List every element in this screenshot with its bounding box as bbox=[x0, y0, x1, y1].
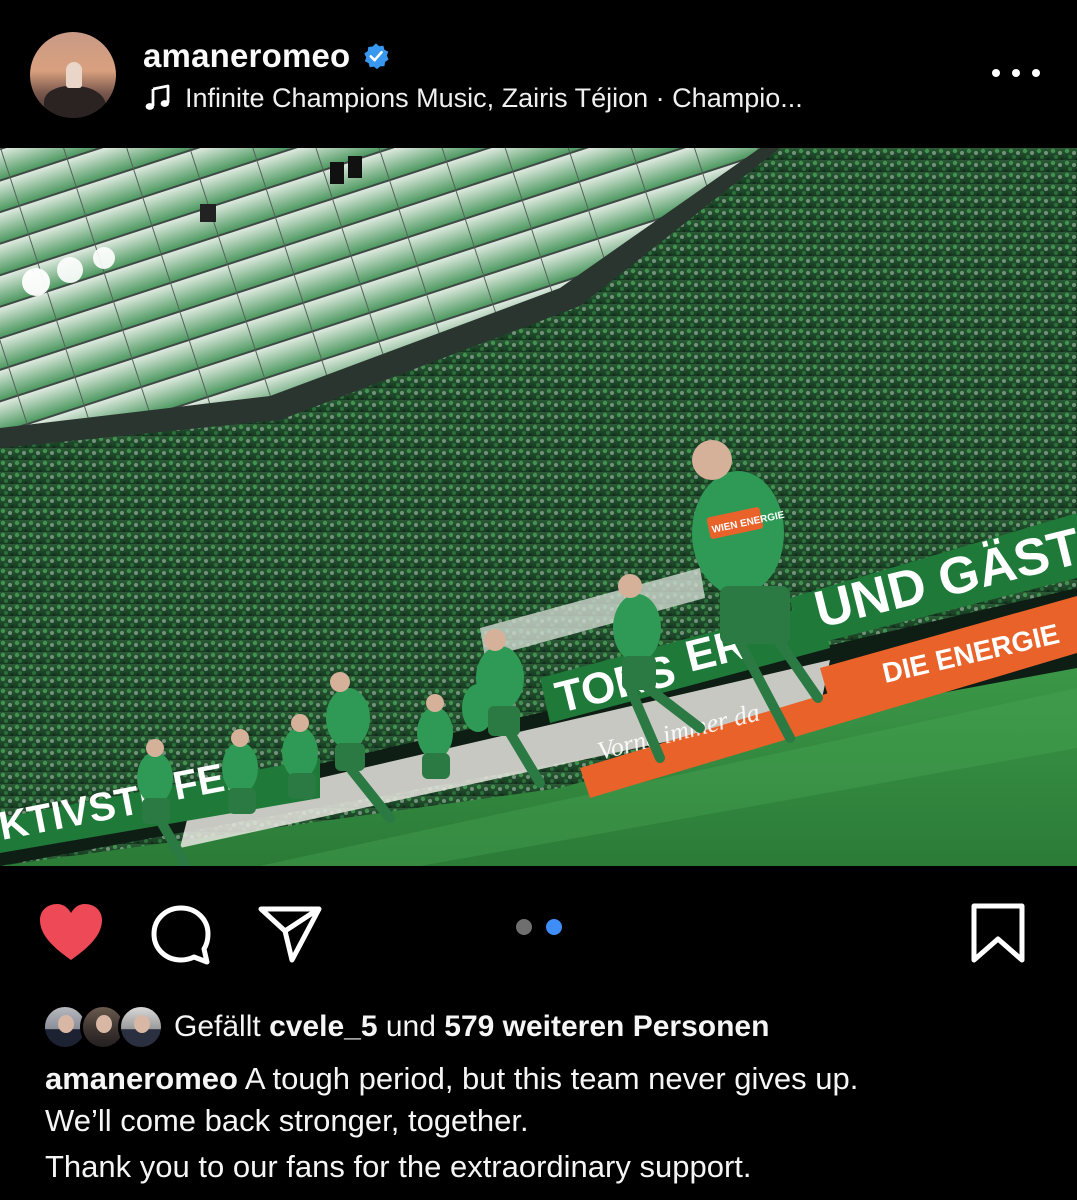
music-note-icon bbox=[145, 84, 170, 110]
caption-line-1: amaneromeo A tough period, but this team… bbox=[45, 1058, 1055, 1100]
avatar[interactable] bbox=[30, 32, 116, 118]
post-media[interactable]: DIE ENERGIE Vorne immer da KTIVSTR FEN T… bbox=[0, 148, 1077, 866]
avatar-figure bbox=[66, 62, 82, 88]
avatar-rock bbox=[44, 86, 106, 118]
post-actions bbox=[0, 866, 1077, 996]
post-caption: amaneromeo A tough period, but this team… bbox=[45, 1058, 1055, 1188]
carousel-dot-active bbox=[546, 919, 562, 935]
more-dot bbox=[1032, 69, 1040, 77]
caption-line-2: We’ll come back stronger, together. bbox=[45, 1103, 529, 1138]
more-dot bbox=[1012, 69, 1020, 77]
likes-summary: Gefällt cvele_5 und 579 weiteren Persone… bbox=[174, 1010, 769, 1044]
more-dot bbox=[992, 69, 1000, 77]
likes-prefix: Gefällt bbox=[174, 1010, 261, 1043]
likes-row[interactable]: Gefällt cvele_5 und 579 weiteren Persone… bbox=[42, 1000, 769, 1054]
post-header: amaneromeo Infinite Champions Music, Zai… bbox=[0, 0, 1077, 148]
likes-user[interactable]: cvele_5 bbox=[269, 1010, 377, 1043]
music-track-label: Infinite Champions Music, Zairis Téjion … bbox=[185, 82, 803, 113]
likes-connector: und bbox=[385, 1010, 436, 1043]
more-options-icon[interactable] bbox=[992, 64, 1040, 82]
liker-avatar bbox=[118, 1004, 164, 1050]
paper-plane-icon[interactable] bbox=[258, 904, 322, 964]
username[interactable]: amaneromeo bbox=[143, 37, 350, 75]
caption-line-3: Thank you to our fans for the extraordin… bbox=[45, 1149, 752, 1184]
verified-badge-icon bbox=[364, 43, 390, 70]
liker-avatars bbox=[42, 1002, 166, 1052]
carousel-indicator bbox=[516, 919, 562, 935]
caption-text-1: A tough period, but this team never give… bbox=[244, 1061, 859, 1096]
bookmark-icon[interactable] bbox=[970, 902, 1026, 964]
carousel-dot bbox=[516, 919, 532, 935]
comment-icon[interactable] bbox=[150, 904, 212, 966]
caption-username[interactable]: amaneromeo bbox=[45, 1061, 238, 1096]
likes-others[interactable]: 579 weiteren Personen bbox=[444, 1010, 769, 1043]
username-row: amaneromeo bbox=[143, 36, 390, 76]
music-row[interactable]: Infinite Champions Music, Zairis Téjion … bbox=[143, 80, 803, 116]
stadium-photo: DIE ENERGIE Vorne immer da KTIVSTR FEN T… bbox=[0, 148, 1077, 866]
heart-filled-icon[interactable] bbox=[38, 902, 104, 964]
